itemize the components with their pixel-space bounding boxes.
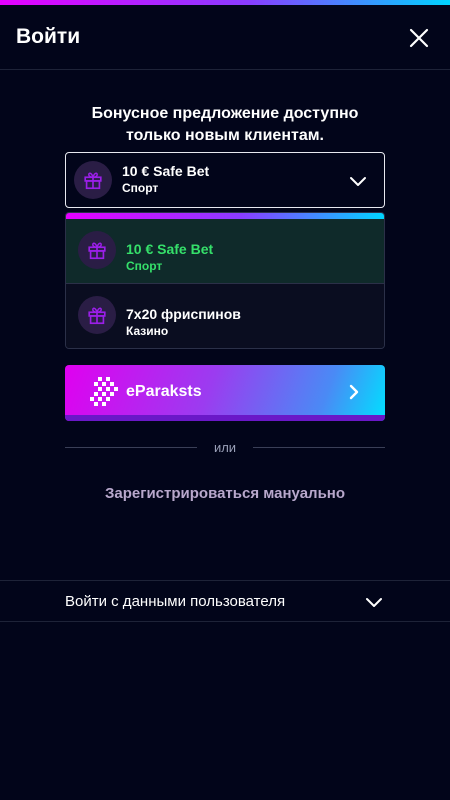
header: Войти: [0, 5, 450, 70]
eparaksts-logo-icon: [89, 377, 119, 407]
bonus-offer-line-2: только новым клиентам.: [125, 127, 324, 144]
gift-icon: [78, 296, 116, 334]
chevron-right-icon: [345, 383, 363, 401]
chevron-down-icon: [364, 592, 384, 612]
gift-icon: [78, 231, 116, 269]
bonus-offer-line-1: Бонусное предложение доступно: [91, 105, 359, 122]
eparaksts-label: eParaksts: [126, 383, 202, 400]
bonus-option-subtitle: Казино: [126, 324, 169, 338]
gift-icon: [74, 161, 112, 199]
bonus-select-title: 10 € Safe Bet: [122, 163, 210, 179]
or-divider: или: [65, 438, 385, 458]
divider-line-right: [253, 447, 385, 448]
bonus-option-title: 10 € Safe Bet: [126, 241, 214, 257]
login-with-credentials-toggle[interactable]: Войти с данными пользователя: [0, 580, 450, 622]
chevron-down-icon: [348, 171, 368, 191]
bonus-dropdown-list: 10 € Safe Bet Спорт 7x20 фриспинов Казин…: [65, 212, 385, 349]
register-manually-link[interactable]: Зарегистрироваться мануально: [0, 485, 450, 502]
bonus-option-sport[interactable]: 10 € Safe Bet Спорт: [66, 219, 384, 284]
close-icon: [409, 28, 429, 48]
bonus-option-casino[interactable]: 7x20 фриспинов Казино: [66, 284, 384, 348]
bonus-select[interactable]: 10 € Safe Bet Спорт: [65, 152, 385, 208]
close-button[interactable]: [408, 27, 430, 49]
bonus-option-subtitle: Спорт: [126, 259, 163, 273]
bonus-select-subtitle: Спорт: [122, 181, 159, 195]
login-with-credentials-label: Войти с данными пользователя: [65, 593, 286, 610]
eparaksts-button[interactable]: eParaksts: [65, 365, 385, 421]
page-title: Войти: [16, 25, 81, 48]
bonus-option-title: 7x20 фриспинов: [126, 306, 241, 322]
bonus-offer-text: Бонусное предложение доступно только нов…: [0, 103, 450, 147]
